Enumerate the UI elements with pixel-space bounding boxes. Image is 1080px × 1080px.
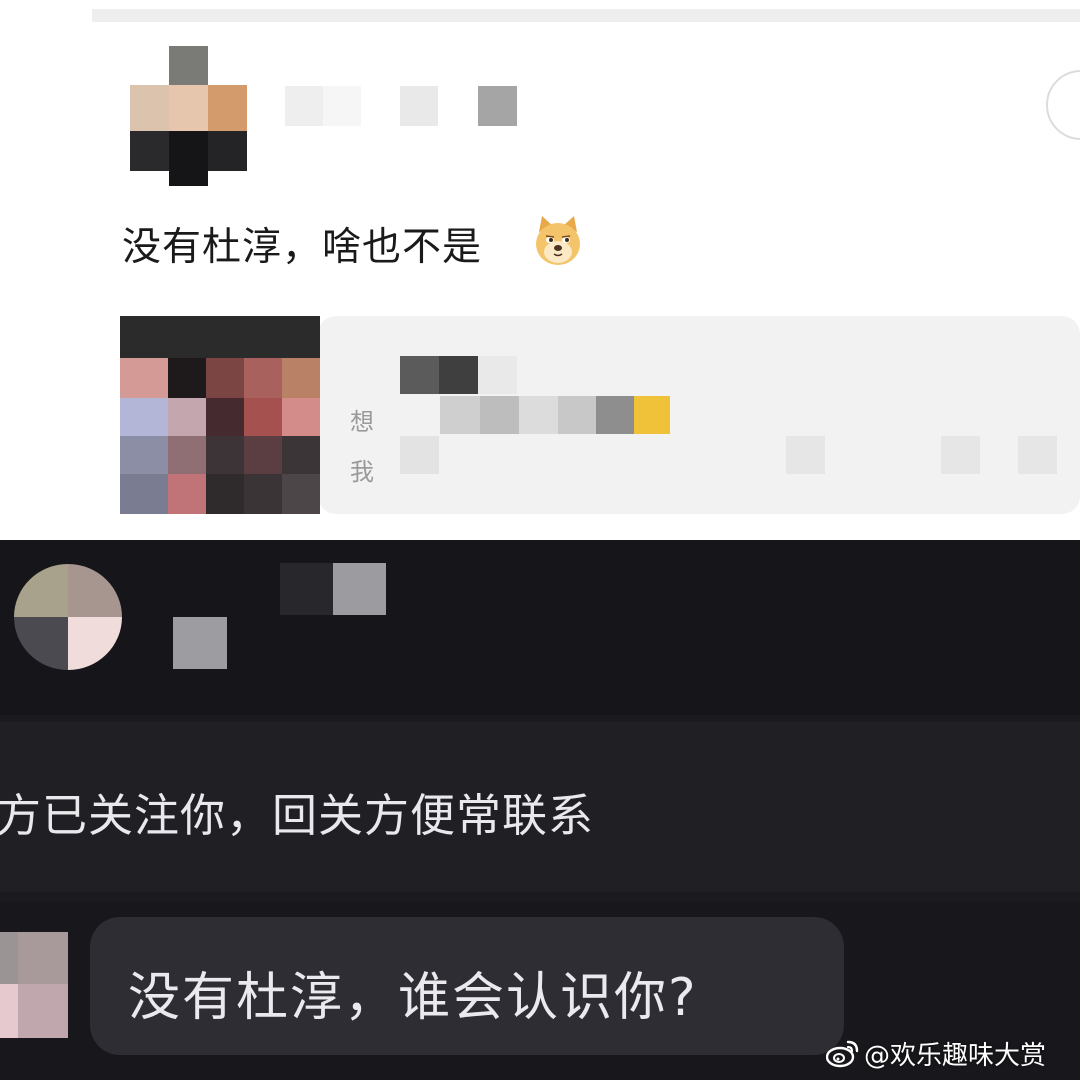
comment-section-light: 没有杜淳，啥也不是 想 我 [0, 0, 1080, 540]
doge-emoji-icon [536, 216, 580, 265]
chat-avatar-pixelated[interactable] [14, 564, 122, 670]
watermark: @欢乐趣味大赏 [826, 1036, 1047, 1071]
username-pixelated[interactable] [285, 86, 517, 126]
weibo-logo-icon [826, 1040, 859, 1068]
chat-username-pixelated [173, 563, 386, 669]
follow-notice-text: 方已关注你，回关方便常联系 [0, 789, 595, 842]
reply-avatar-pixelated[interactable] [0, 932, 68, 1038]
comment-text: 没有杜淳，啥也不是 [122, 225, 483, 270]
quoted-post-thumbnail-pixelated[interactable] [120, 316, 320, 514]
quoted-post-ghost-char-1: 想 [350, 408, 374, 436]
quoted-post-ghost-char-2: 我 [350, 458, 374, 486]
watermark-text: @欢乐趣味大赏 [864, 1040, 1047, 1071]
chat-header [0, 540, 1080, 715]
quoted-post-text-pixelated [440, 396, 680, 436]
quoted-post-card[interactable] [318, 316, 1080, 514]
user-avatar-pixelated[interactable] [130, 46, 247, 186]
follow-button[interactable] [1046, 70, 1080, 140]
reply-message-text: 没有杜淳，谁会认识你? [128, 968, 698, 1028]
quoted-post-meta-pixelated [400, 436, 1060, 474]
top-divider-bar [92, 9, 1080, 22]
quoted-post-author-pixelated [400, 356, 520, 396]
chat-section-dark: 方已关注你，回关方便常联系 没有杜淳，谁会认识你? [0, 540, 1080, 1080]
